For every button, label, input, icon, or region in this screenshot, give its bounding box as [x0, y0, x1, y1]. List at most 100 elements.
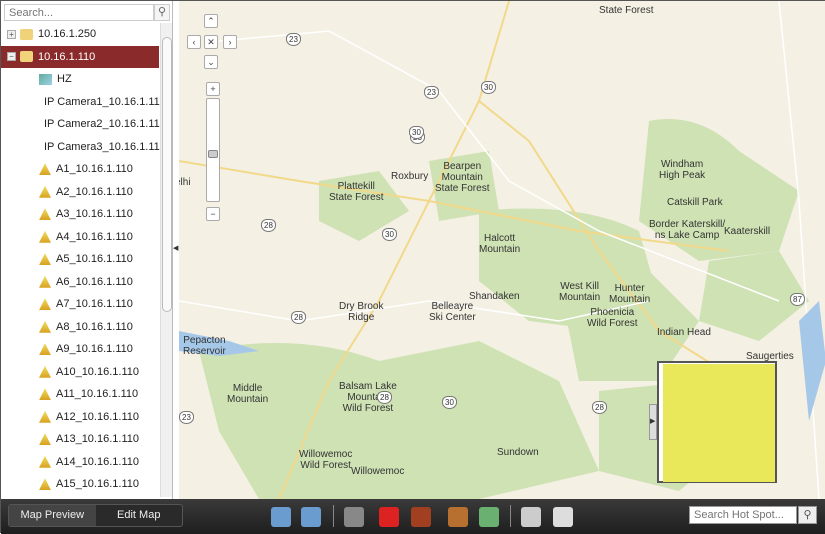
tree-node-label: A3_10.16.1.110 [56, 208, 133, 221]
pan-up-button[interactable]: ⌃ [204, 14, 218, 28]
tree-node[interactable]: IP Camera3_10.16.1.110 [1, 136, 166, 159]
tree-node[interactable]: A12_10.16.1.110 [1, 406, 159, 429]
tree-node[interactable]: − 10.16.1.110 [1, 45, 159, 68]
expand-icon[interactable]: + [7, 29, 16, 39]
tree-node-label: HZ [57, 73, 72, 86]
road-shield: 28 [377, 391, 392, 404]
tree-node[interactable]: HZ [1, 68, 159, 91]
search-input[interactable] [4, 4, 154, 21]
road-shield: 30 [382, 228, 397, 241]
map-label: Willowemoc Wild Forest [299, 449, 353, 471]
pencil-icon[interactable] [521, 507, 541, 527]
overview-viewport[interactable] [663, 364, 775, 482]
add-zone-icon[interactable] [448, 507, 468, 527]
add-camera-icon[interactable] [344, 507, 364, 527]
map-canvas[interactable]: State Forest Windham High Peak Roxbury Plat… [179, 1, 825, 499]
add-alarm-input-icon[interactable] [379, 507, 399, 527]
pan-right-button[interactable]: › [223, 35, 237, 49]
tree-node[interactable]: IP Camera1_10.16.1.110 [1, 91, 166, 114]
tree-node[interactable]: A8_10.16.1.110 [1, 316, 159, 339]
add-hot-region-icon[interactable] [479, 507, 499, 527]
alarm-icon [39, 275, 51, 288]
map-label: State Forest [599, 5, 654, 16]
map-label: Belleayre Ski Center [429, 301, 476, 323]
map-label: Pepacton Reservoir [183, 335, 226, 357]
resource-tree: +10.16.1.250 − 10.16.1.110 HZ IP Camera1_10.… [1, 23, 166, 496]
tree-node-label: IP Camera2_10.16.1.110 [44, 118, 166, 131]
tree-node-label: A4_10.16.1.110 [56, 230, 133, 243]
alarm-icon [39, 410, 51, 423]
map-label: Indian Head [657, 327, 711, 338]
map-label: Catskill Park [667, 197, 723, 208]
tree-scrollbar[interactable] [160, 23, 172, 497]
map-label: Bearpen Mountain State Forest [435, 161, 490, 194]
tree-node[interactable]: A3_10.16.1.110 [1, 203, 159, 226]
zoom-slider[interactable] [206, 98, 220, 202]
collapse-icon[interactable]: − [7, 52, 16, 62]
pan-left-button[interactable]: ‹ [187, 35, 201, 49]
tree-node[interactable]: A14_10.16.1.110 [1, 451, 159, 474]
zoom-in-button[interactable]: + [206, 82, 220, 96]
eraser-icon[interactable] [553, 507, 573, 527]
zoom-slider-thumb[interactable] [208, 150, 218, 158]
tree-node[interactable]: A2_10.16.1.110 [1, 181, 159, 204]
alarm-icon [39, 208, 51, 221]
tree-node-label: A12_10.16.1.110 [56, 410, 139, 423]
overview-toggle-button[interactable]: ▶ [649, 404, 657, 440]
road-shield: 28 [261, 219, 276, 232]
tree-node[interactable]: A4_10.16.1.110 [1, 226, 159, 249]
overview-map[interactable] [657, 361, 777, 483]
tree-node[interactable]: A9_10.16.1.110 [1, 338, 159, 361]
alarm-icon [39, 455, 51, 468]
tree-node[interactable]: A6_10.16.1.110 [1, 271, 159, 294]
edit-map-tab[interactable]: Edit Map [96, 505, 183, 526]
map-label: West Kill Mountain [559, 281, 601, 303]
map-label: Windham High Peak [659, 159, 706, 181]
hot-spot-search-input[interactable] [689, 506, 797, 524]
road-shield: 23 [179, 411, 194, 424]
tree-node[interactable]: A10_10.16.1.110 [1, 361, 159, 384]
tree-node-label: A8_10.16.1.110 [56, 320, 133, 333]
magnifier-icon: ⚲ [157, 6, 167, 18]
pan-down-button[interactable]: ⌄ [204, 55, 218, 69]
tree-node-label: A7_10.16.1.110 [56, 298, 133, 311]
map-label: Sundown [497, 447, 539, 458]
zoom-out-button[interactable]: − [206, 207, 220, 221]
scrollbar-thumb[interactable] [162, 37, 172, 312]
map-edit-icon[interactable] [271, 507, 291, 527]
tree-node[interactable]: A1_10.16.1.110 [1, 158, 159, 181]
road-shield: 28 [291, 311, 306, 324]
tree-node[interactable]: +10.16.1.250 [1, 23, 159, 46]
road-shield: 23 [424, 86, 439, 99]
tree-node[interactable]: A7_10.16.1.110 [1, 293, 159, 316]
tree-node-label: A11_10.16.1.110 [56, 388, 139, 401]
map-preview-tab[interactable]: Map Preview [9, 505, 96, 526]
pan-center-button[interactable]: ✕ [204, 35, 218, 49]
map-label: Plattekill State Forest [329, 181, 384, 203]
search-button[interactable]: ⚲ [154, 4, 170, 21]
tree-node[interactable]: A13_10.16.1.110 [1, 428, 159, 451]
add-door-icon[interactable] [411, 507, 431, 527]
tree-node[interactable]: A5_10.16.1.110 [1, 248, 159, 271]
tree-node[interactable]: A11_10.16.1.110 [1, 383, 159, 406]
tree-node-label: A1_10.16.1.110 [56, 163, 133, 176]
hot-spot-search-button[interactable]: ⚲ [798, 506, 817, 524]
tree-node-label: A2_10.16.1.110 [56, 185, 133, 198]
alarm-icon [39, 478, 51, 491]
tree-node[interactable]: IP Camera2_10.16.1.110 [1, 113, 166, 136]
road-shield: 28 [592, 401, 607, 414]
map-label: Halcott Mountain [479, 233, 521, 255]
map-delete-icon[interactable] [301, 507, 321, 527]
road-shield: 30 [481, 81, 496, 94]
alarm-icon [39, 388, 51, 401]
road-shield: 87 [790, 293, 805, 306]
bottom-toolbar: Map Preview Edit Map ⚲ [1, 499, 825, 534]
tree-node-label: A5_10.16.1.110 [56, 253, 133, 266]
map-label: Shandaken [469, 291, 520, 302]
folder-icon [20, 28, 33, 40]
tree-node-label: A15_10.16.1.110 [56, 478, 139, 491]
alarm-icon [39, 343, 51, 356]
alarm-icon [39, 185, 51, 198]
map-label: Dry Brook Ridge [339, 301, 384, 323]
tree-node[interactable]: A15_10.16.1.110 [1, 473, 159, 496]
